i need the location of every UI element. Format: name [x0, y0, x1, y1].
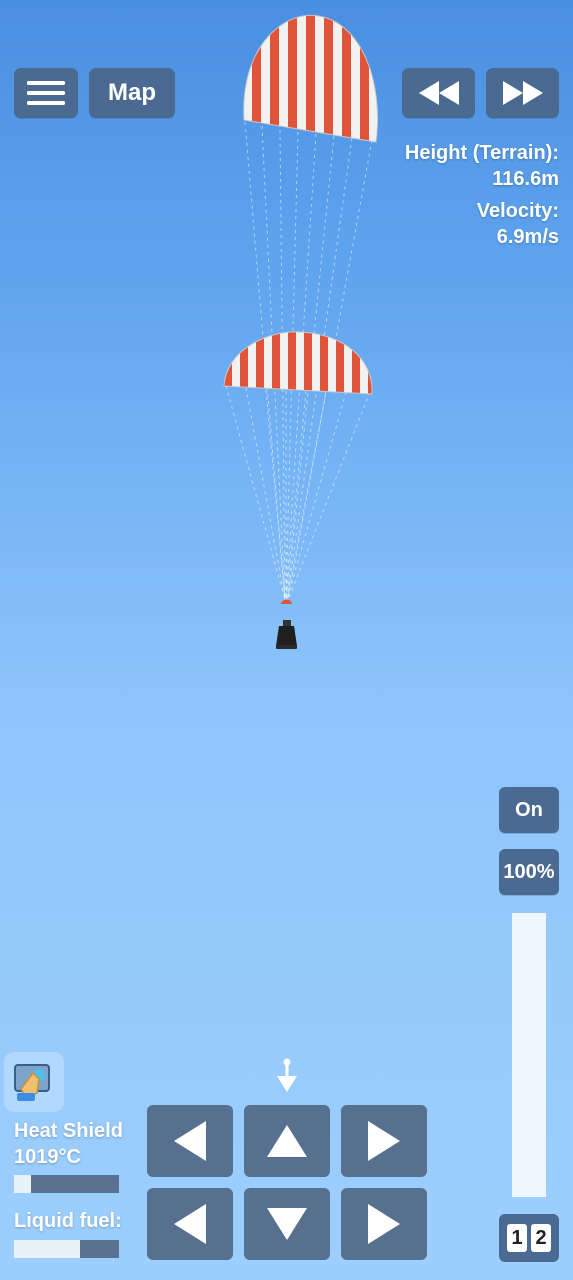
rotate-right-button[interactable] — [341, 1105, 427, 1177]
velocity-readout: Velocity: 6.9m/s — [477, 198, 559, 250]
map-button-label: Map — [108, 79, 156, 106]
height-readout: Height (Terrain): 116.6m — [405, 140, 559, 192]
velocity-value: 6.9m/s — [496, 226, 559, 248]
part-selector-button[interactable] — [4, 1052, 64, 1112]
liquid-fuel-label: Liquid fuel: — [14, 1210, 122, 1232]
throttle-slider-fill — [512, 913, 546, 1197]
throttle-percent-label: 100% — [503, 860, 555, 883]
hamburger-menu-icon — [27, 81, 65, 105]
liquid-fuel-bar — [14, 1240, 119, 1258]
arrow-right-icon — [368, 1204, 400, 1244]
stage-switch[interactable]: 1 2 — [499, 1214, 559, 1262]
heat-shield-bar — [14, 1175, 119, 1193]
throttle-slider[interactable] — [512, 913, 546, 1197]
thrust-up-button[interactable] — [244, 1105, 330, 1177]
throttle-percent-button[interactable]: 100% — [499, 849, 559, 895]
map-button[interactable]: Map — [89, 68, 175, 118]
rotate-left-button[interactable] — [147, 1105, 233, 1177]
arrow-left-icon — [174, 1121, 206, 1161]
upper-parachute — [243, 14, 378, 143]
thrust-down-button[interactable] — [244, 1188, 330, 1260]
prograde-marker-icon — [277, 1058, 297, 1092]
capsule — [276, 620, 297, 649]
height-label: Height (Terrain): — [404, 142, 559, 164]
lower-parachute — [223, 331, 373, 395]
height-value: 116.6m — [492, 168, 559, 190]
heat-shield-label: Heat Shield — [14, 1120, 123, 1142]
stage-1[interactable]: 1 — [507, 1224, 527, 1252]
arrow-down-icon — [267, 1208, 307, 1240]
move-right-button[interactable] — [341, 1188, 427, 1260]
rewind-icon — [418, 81, 459, 105]
fast-forward-button[interactable] — [486, 68, 559, 118]
arrow-left-icon — [174, 1204, 206, 1244]
stage-2[interactable]: 2 — [531, 1224, 551, 1252]
heat-shield-temp: 1019°C — [14, 1146, 81, 1168]
move-left-button[interactable] — [147, 1188, 233, 1260]
rewind-button[interactable] — [402, 68, 475, 118]
engine-toggle-label: On — [515, 798, 543, 821]
heat-shield-bar-fill — [14, 1175, 31, 1193]
drogue-chute — [281, 599, 292, 604]
touch-part-icon — [14, 1064, 50, 1101]
menu-button[interactable] — [14, 68, 78, 118]
arrow-up-icon — [267, 1125, 307, 1157]
liquid-fuel-bar-fill — [14, 1240, 81, 1258]
velocity-label: Velocity: — [476, 200, 559, 222]
fast-forward-icon — [502, 81, 543, 105]
arrow-right-icon — [368, 1121, 400, 1161]
engine-toggle-button[interactable]: On — [499, 787, 559, 833]
